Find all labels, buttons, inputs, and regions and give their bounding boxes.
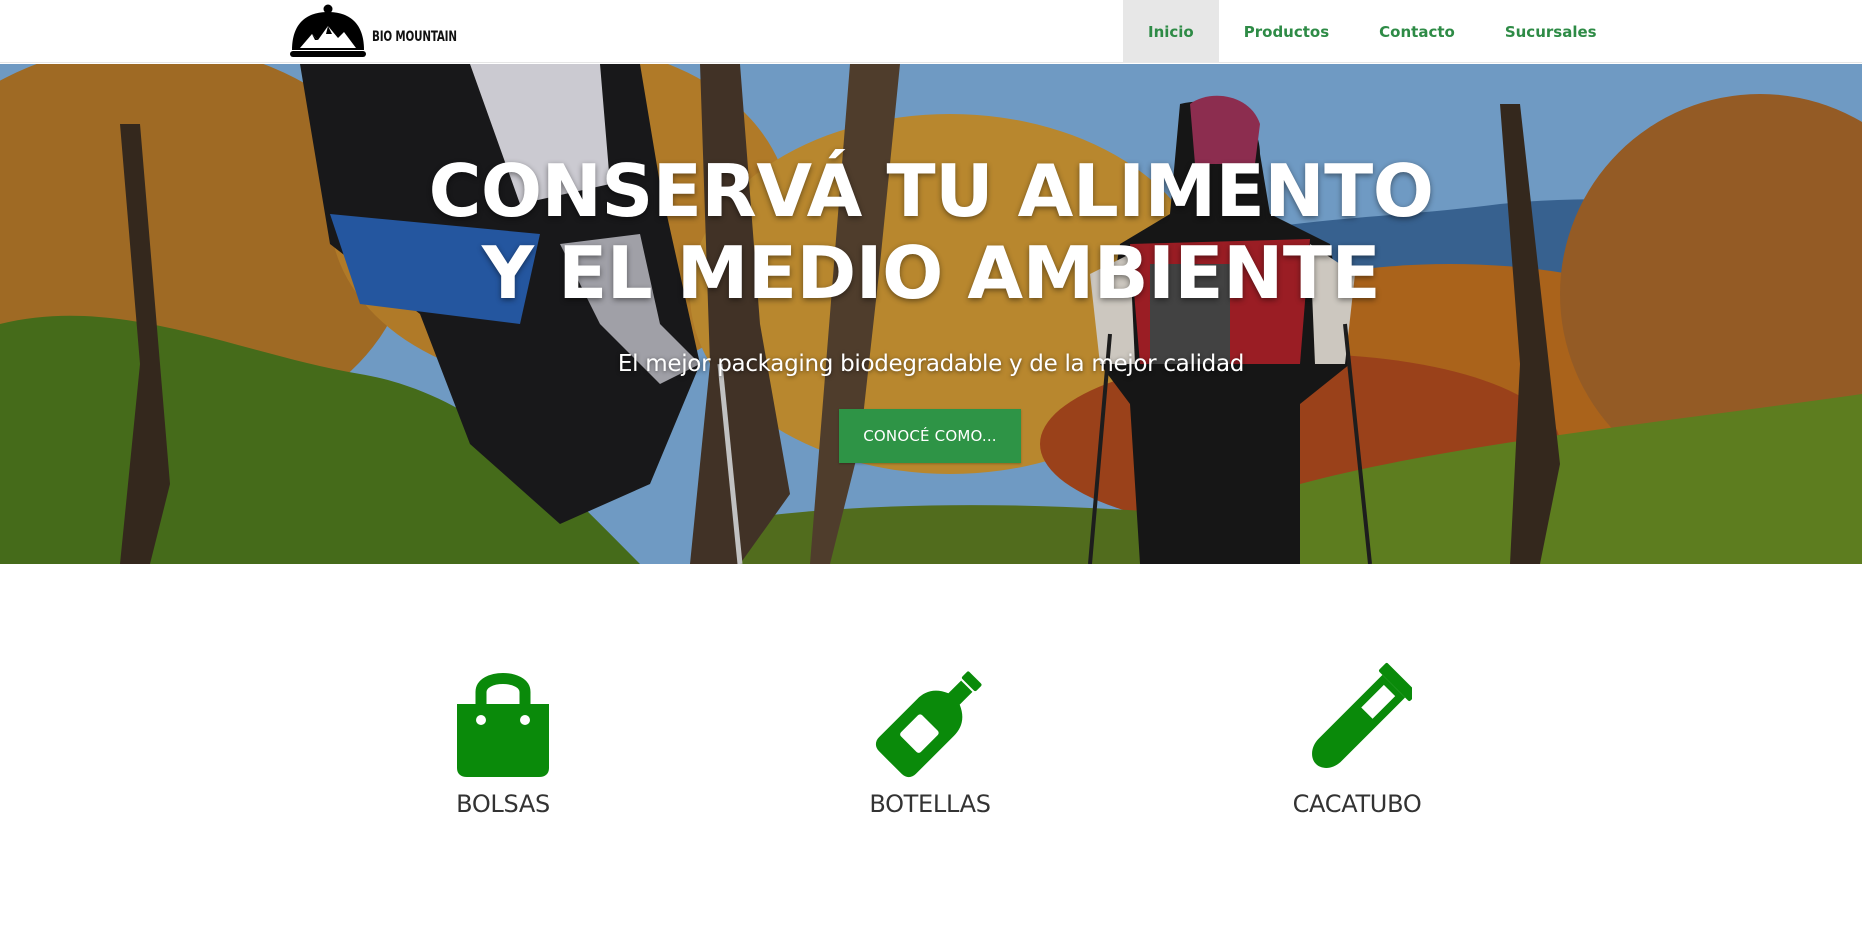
cta-button[interactable]: CONOCÉ COMO...: [839, 409, 1021, 463]
feature-bolsas: BOLSAS: [383, 660, 623, 818]
hero-subtitle: El mejor packaging biodegradable y de la…: [617, 351, 1245, 377]
hero-title: CONSERVÁ TU ALIMENTO Y EL MEDIO AMBIENTE: [331, 150, 1531, 314]
bottle-icon: [875, 671, 982, 778]
feature-label: CACATUBO: [1292, 790, 1422, 818]
hero-title-line-2: Y EL MEDIO AMBIENTE: [481, 231, 1381, 315]
nav-item-inicio[interactable]: Inicio: [1123, 0, 1219, 63]
main-nav: Inicio Productos Contacto Sucursales: [1123, 0, 1622, 63]
feature-label: BOLSAS: [456, 790, 550, 818]
shopping-bag-icon: [457, 673, 549, 777]
feature-botellas: BOTELLAS: [810, 660, 1050, 818]
feature-label: BOTELLAS: [869, 790, 991, 818]
feature-cacatubo: CACATUBO: [1237, 660, 1477, 818]
nav-item-contacto[interactable]: Contacto: [1354, 0, 1480, 63]
brand-logo-link[interactable]: BIO MOUNTAIN: [288, 0, 475, 63]
nav-item-sucursales[interactable]: Sucursales: [1480, 0, 1622, 63]
hero-banner: CONSERVÁ TU ALIMENTO Y EL MEDIO AMBIENTE…: [0, 64, 1862, 564]
navbar: BIO MOUNTAIN Inicio Productos Contacto S…: [0, 0, 1862, 63]
cloche-mountain-icon: [290, 4, 366, 57]
test-tube-icon: [1312, 663, 1412, 768]
hero-title-line-1: CONSERVÁ TU ALIMENTO: [428, 149, 1434, 233]
nav-item-productos[interactable]: Productos: [1219, 0, 1354, 63]
brand-name: BIO MOUNTAIN: [372, 28, 457, 45]
